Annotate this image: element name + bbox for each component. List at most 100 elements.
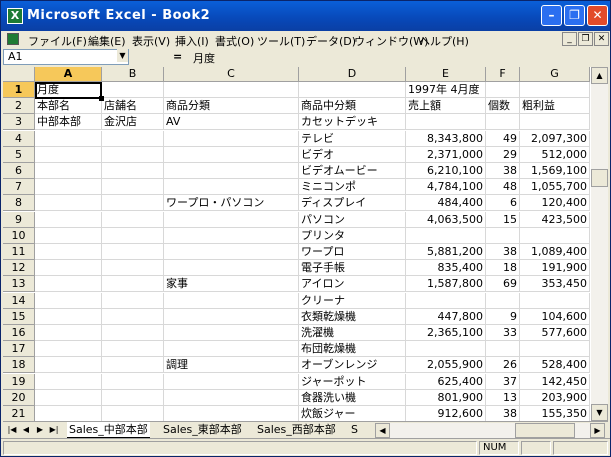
cell-e2[interactable]: 売上額 [406,98,486,115]
row-header-13[interactable]: 13 [3,276,35,293]
cell-c6[interactable] [164,163,299,179]
cell-f3[interactable] [486,114,520,131]
cell-e20[interactable]: 801,900 [406,389,486,406]
cell-g3[interactable] [520,114,590,131]
close-button[interactable]: ✕ [587,5,608,26]
cell-b3[interactable]: 金沢店 [102,114,164,131]
cell-c16[interactable] [164,325,299,341]
row-header-5[interactable]: 5 [3,146,35,163]
row-header-10[interactable]: 10 [3,227,35,244]
cell-e5[interactable]: 2,371,000 [406,146,486,163]
cell-g4[interactable]: 2,097,300 [520,130,590,147]
cell-b10[interactable] [102,227,164,244]
row-header-18[interactable]: 18 [3,357,35,374]
title-bar[interactable]: X Microsoft Excel - Book2 – ❐ ✕ [1,1,610,31]
formula-input[interactable]: 月度 [193,50,215,66]
cell-b5[interactable] [102,146,164,163]
cell-d2[interactable]: 商品中分類 [299,98,406,115]
cell-d17[interactable]: 布団乾燥機 [299,341,406,358]
cell-d9[interactable]: パソコン [299,211,406,228]
cell-c5[interactable] [164,146,299,163]
cell-f21[interactable]: 38 [486,406,520,421]
menu-help[interactable]: ヘルプ(H) [419,33,469,49]
cell-b17[interactable] [102,341,164,358]
workbook-icon[interactable] [7,33,19,45]
row-header-8[interactable]: 8 [3,195,35,212]
row-header-1[interactable]: 1 [3,82,35,98]
cell-c9[interactable] [164,211,299,228]
menu-edit[interactable]: 編集(E) [88,33,126,49]
cell-c3[interactable]: AV [164,114,299,131]
cell-e9[interactable]: 4,063,500 [406,211,486,228]
cell-g15[interactable]: 104,600 [520,308,590,325]
maximize-button[interactable]: ❐ [564,5,585,26]
cell-e1[interactable]: 1997年 4月度 [406,82,486,98]
cell-c2[interactable]: 商品分類 [164,98,299,115]
cell-b18[interactable] [102,357,164,374]
cell-c17[interactable] [164,341,299,358]
cell-d18[interactable]: オーブンレンジ [299,357,406,374]
cell-f6[interactable]: 38 [486,163,520,179]
cell-f12[interactable]: 18 [486,260,520,277]
cell-e3[interactable] [406,114,486,131]
cell-e11[interactable]: 5,881,200 [406,244,486,260]
cell-f11[interactable]: 38 [486,244,520,260]
cell-c8[interactable]: ワープロ・パソコン [164,195,299,212]
vertical-scrollbar[interactable]: ▲ ▼ [591,67,608,421]
doc-minimize-button[interactable]: _ [562,32,577,46]
cell-g12[interactable]: 191,900 [520,260,590,277]
cell-c15[interactable] [164,308,299,325]
cell-a9[interactable] [35,211,102,228]
cell-b4[interactable] [102,130,164,147]
cell-g18[interactable]: 528,400 [520,357,590,374]
row-header-17[interactable]: 17 [3,341,35,358]
cell-e21[interactable]: 912,600 [406,406,486,421]
doc-close-button[interactable]: ✕ [594,32,609,46]
cell-e14[interactable] [406,292,486,309]
row-header-20[interactable]: 20 [3,389,35,406]
horizontal-scrollbar[interactable]: ◀ ▶ [375,423,605,438]
cell-a10[interactable] [35,227,102,244]
menu-window[interactable]: ウィンドウ(W) [354,33,428,49]
cell-g13[interactable]: 353,450 [520,276,590,293]
row-header-7[interactable]: 7 [3,179,35,196]
cell-f17[interactable] [486,341,520,358]
select-all-corner[interactable] [3,67,35,82]
excel-app-icon[interactable]: X [7,8,23,24]
cell-e16[interactable]: 2,365,100 [406,325,486,341]
row-header-12[interactable]: 12 [3,260,35,277]
cell-e10[interactable] [406,227,486,244]
row-header-11[interactable]: 11 [3,244,35,260]
cell-d4[interactable]: テレビ [299,130,406,147]
cell-e8[interactable]: 484,400 [406,195,486,212]
cell-b1[interactable] [102,82,164,98]
cell-e6[interactable]: 6,210,100 [406,163,486,179]
cell-e13[interactable]: 1,587,800 [406,276,486,293]
menu-format[interactable]: 書式(O) [215,33,254,49]
cell-a5[interactable] [35,146,102,163]
cell-g8[interactable]: 120,400 [520,195,590,212]
cell-g7[interactable]: 1,055,700 [520,179,590,196]
row-header-19[interactable]: 19 [3,373,35,390]
first-sheet-button[interactable]: |◀ [6,424,18,436]
next-sheet-button[interactable]: ▶ [34,424,46,436]
cell-f19[interactable]: 37 [486,373,520,390]
cell-a20[interactable] [35,389,102,406]
cell-a18[interactable] [35,357,102,374]
column-header-g[interactable]: G [520,67,590,82]
row-header-15[interactable]: 15 [3,308,35,325]
last-sheet-button[interactable]: ▶| [48,424,60,436]
cell-g5[interactable]: 512,000 [520,146,590,163]
cell-a12[interactable] [35,260,102,277]
column-header-c[interactable]: C [164,67,299,82]
cell-f10[interactable] [486,227,520,244]
cell-d11[interactable]: ワープロ [299,244,406,260]
cell-d20[interactable]: 食器洗い機 [299,389,406,406]
cell-f7[interactable]: 48 [486,179,520,196]
column-header-e[interactable]: E [406,67,486,82]
cell-c20[interactable] [164,389,299,406]
cell-g16[interactable]: 577,600 [520,325,590,341]
cell-g21[interactable]: 155,350 [520,406,590,421]
scroll-down-button[interactable]: ▼ [591,404,608,421]
cell-a8[interactable] [35,195,102,212]
